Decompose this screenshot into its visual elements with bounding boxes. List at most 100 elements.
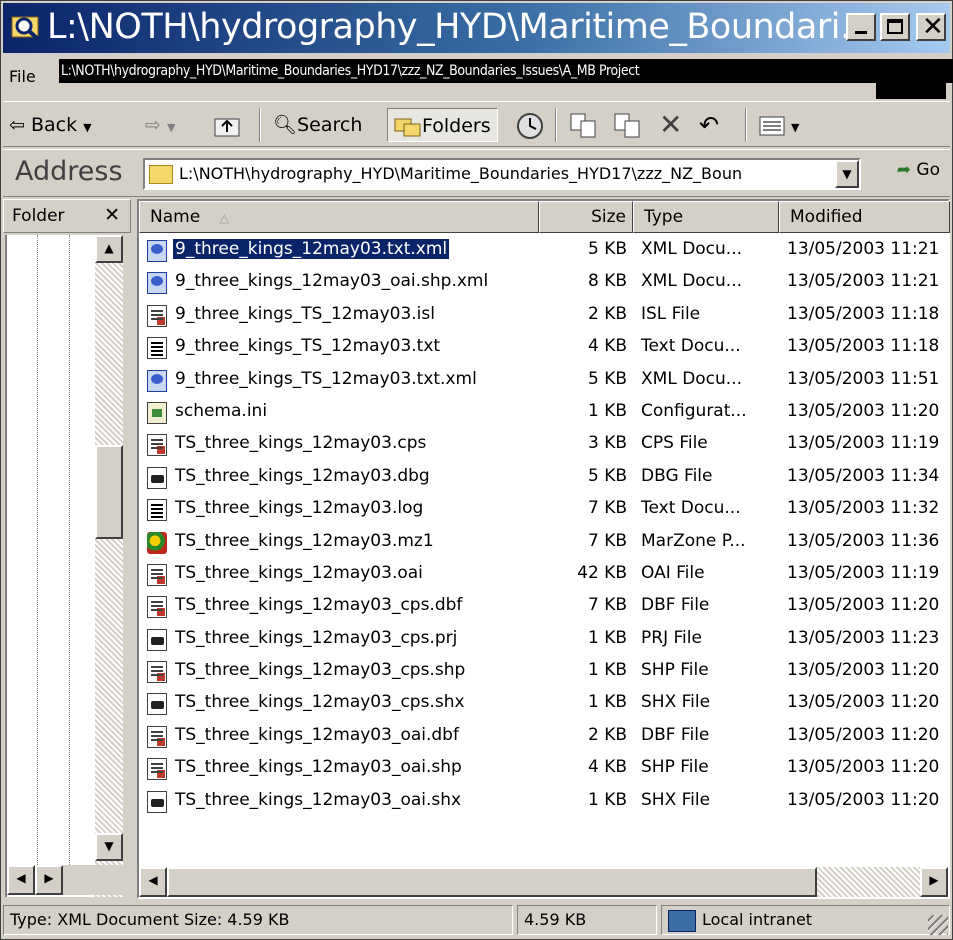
file-row[interactable]: TS_three_kings_12may03.dbg 5 KB DBG File 13… <box>139 462 948 494</box>
file-size: 1 KB <box>587 692 627 713</box>
file-row[interactable]: schema.ini 1 KB Configurat... 13/05/2003 11… <box>139 397 948 429</box>
file-size: 7 KB <box>587 595 627 616</box>
file-row[interactable]: TS_three_kings_12may03_cps.prj 1 KB PRJ Fi… <box>139 624 948 656</box>
folders-label: Folders <box>422 115 491 137</box>
column-header-size[interactable]: Size <box>539 201 633 233</box>
list-horizontal-scrollbar[interactable]: ◀ ▶ <box>139 867 948 897</box>
forward-button[interactable]: ⇨ ▼ <box>145 108 175 142</box>
scroll-thumb[interactable] <box>95 445 123 539</box>
back-button[interactable]: ⇦ Back ▼ <box>9 108 92 142</box>
copy-to-button[interactable] <box>613 108 643 142</box>
file-name: TS_three_kings_12may03.log <box>175 498 424 519</box>
file-type: Configurat... <box>641 400 747 421</box>
scroll-up-button[interactable]: ▲ <box>95 235 123 263</box>
generic-file-icon <box>147 596 167 619</box>
file-type: PRJ File <box>641 627 702 648</box>
forward-arrow-icon: ⇨ <box>145 114 161 136</box>
status-info: Type: XML Document Size: 4.59 KB <box>3 905 513 935</box>
folder-pane-title: Folder <box>12 206 65 226</box>
file-type: ISL File <box>641 303 701 324</box>
minimize-icon <box>855 31 867 34</box>
standard-toolbar: ⇦ Back ▼ ⇨ ▼ 🔍︎Search Folders ✕ ↶ ▼ <box>3 101 950 147</box>
menu-file[interactable]: File <box>9 67 36 86</box>
file-name: 9_three_kings_12may03.txt.xml <box>171 238 451 260</box>
file-row[interactable]: 9_three_kings_TS_12may03.isl 2 KB ISL File… <box>139 300 948 332</box>
close-button[interactable]: ✕ <box>916 12 946 42</box>
delete-icon: ✕ <box>659 108 683 141</box>
file-row[interactable]: TS_three_kings_12may03.oai 42 KB OAI File 1… <box>139 559 948 591</box>
file-row[interactable]: 9_three_kings_TS_12may03.txt.xml 5 KB XML … <box>139 365 948 397</box>
close-pane-icon[interactable]: ✕ <box>104 204 120 226</box>
scroll-thumb[interactable] <box>167 867 817 897</box>
file-row[interactable]: TS_three_kings_12may03.mz1 7 KB MarZone P.… <box>139 527 948 559</box>
file-row[interactable]: TS_three_kings_12may03_oai.dbf 2 KB DBF Fi… <box>139 721 948 753</box>
scroll-left-button[interactable]: ◀ <box>7 865 35 895</box>
title-bar[interactable]: L:\NOTH\hydrography_HYD\Maritime_Boundar… <box>3 3 950 53</box>
scroll-down-button[interactable]: ▼ <box>95 833 123 861</box>
address-label: Address <box>15 156 123 187</box>
delete-button[interactable]: ✕ <box>659 108 682 142</box>
column-header-modified[interactable]: Modified <box>779 201 950 233</box>
file-size: 5 KB <box>587 239 627 259</box>
file-row[interactable]: TS_three_kings_12may03.cps 3 KB CPS File 13… <box>139 429 948 461</box>
search-label: Search <box>297 114 363 136</box>
file-name: 9_three_kings_TS_12may03.txt.xml <box>175 368 477 389</box>
file-type: DBF File <box>641 595 710 616</box>
folder-horizontal-scrollbar[interactable]: ◀ ▶ <box>7 865 123 895</box>
explorer-window: L:\NOTH\hydrography_HYD\Maritime_Boundar… <box>0 0 953 940</box>
file-row[interactable]: TS_three_kings_12may03_cps.shp 1 KB SHP Fi… <box>139 656 948 688</box>
folder-pane: Folder ✕ ▲ ▼ ◀ ▶ <box>3 199 131 899</box>
search-button[interactable]: 🔍︎Search <box>273 108 362 142</box>
move-to-button[interactable] <box>569 108 599 142</box>
chevron-down-icon: ▼ <box>166 121 176 134</box>
column-name-label: Name <box>150 207 201 227</box>
history-button[interactable] <box>515 108 545 142</box>
history-icon <box>517 112 543 139</box>
file-name: TS_three_kings_12may03_cps.prj <box>175 627 458 648</box>
scroll-right-button[interactable]: ▶ <box>920 867 948 897</box>
minimize-button[interactable] <box>846 13 876 41</box>
file-name: TS_three_kings_12may03.dbg <box>175 465 430 486</box>
chevron-down-icon: ▼ <box>842 167 852 181</box>
file-row[interactable]: TS_three_kings_12may03_cps.shx 1 KB SHX Fi… <box>139 688 948 720</box>
generic-file-icon <box>147 434 167 457</box>
views-button[interactable]: ▼ <box>759 108 800 142</box>
status-zone-label: Local intranet <box>702 910 813 929</box>
file-row[interactable]: TS_three_kings_12may03_cps.dbf 7 KB DBF Fi… <box>139 591 948 623</box>
go-label: Go <box>916 160 940 180</box>
address-dropdown-button[interactable]: ▼ <box>835 160 859 188</box>
file-name: TS_three_kings_12may03.cps <box>175 433 427 454</box>
system-file-icon <box>147 790 167 813</box>
folder-tree[interactable] <box>5 235 95 897</box>
maximize-button[interactable] <box>880 13 910 41</box>
sort-ascending-icon: △ <box>219 211 229 225</box>
address-input[interactable]: L:\NOTH\hydrography_HYD\Maritime_Boundar… <box>143 158 861 190</box>
column-header-type[interactable]: Type <box>633 201 779 233</box>
folder-pane-header: Folder ✕ <box>3 199 131 233</box>
resize-grip[interactable] <box>928 915 948 935</box>
file-row[interactable]: TS_three_kings_12may03_oai.shp 4 KB SHP Fi… <box>139 753 948 785</box>
file-row[interactable]: 9_three_kings_12may03_oai.shp.xml 8 KB XML… <box>139 267 948 299</box>
move-to-icon <box>570 113 596 137</box>
column-header-name[interactable]: Name △ <box>139 201 539 233</box>
file-name: 9_three_kings_TS_12may03.txt <box>175 336 441 357</box>
file-rows: 9_three_kings_12may03.txt.xml 5 KB XML Doc… <box>139 235 948 818</box>
file-row[interactable]: TS_three_kings_12may03.log 7 KB Text Docu.… <box>139 494 948 526</box>
folder-vertical-scrollbar[interactable]: ▲ ▼ <box>95 235 123 897</box>
file-row[interactable]: TS_three_kings_12may03_oai.shx 1 KB SHX Fi… <box>139 786 948 818</box>
file-row[interactable]: 9_three_kings_12may03.txt.xml 5 KB XML Doc… <box>139 235 948 267</box>
scroll-right-button[interactable]: ▶ <box>35 865 63 895</box>
tree-line <box>37 235 39 895</box>
status-bar: Type: XML Document Size: 4.59 KB 4.59 KB… <box>3 903 950 937</box>
file-row[interactable]: 9_three_kings_TS_12may03.txt 4 KB Text Doc… <box>139 332 948 364</box>
file-modified: 13/05/2003 11:20 <box>787 400 940 421</box>
folders-button[interactable]: Folders <box>387 108 498 142</box>
file-type: XML Docu... <box>641 368 743 389</box>
undo-button[interactable]: ↶ <box>699 108 719 142</box>
address-value: L:\NOTH\hydrography_HYD\Maritime_Boundar… <box>179 164 743 183</box>
go-button[interactable]: ➦ Go <box>897 160 940 180</box>
scroll-left-button[interactable]: ◀ <box>139 867 167 897</box>
file-name: TS_three_kings_12may03_cps.shx <box>175 692 465 713</box>
xml-file-icon <box>147 369 167 392</box>
up-folder-button[interactable] <box>213 108 241 142</box>
